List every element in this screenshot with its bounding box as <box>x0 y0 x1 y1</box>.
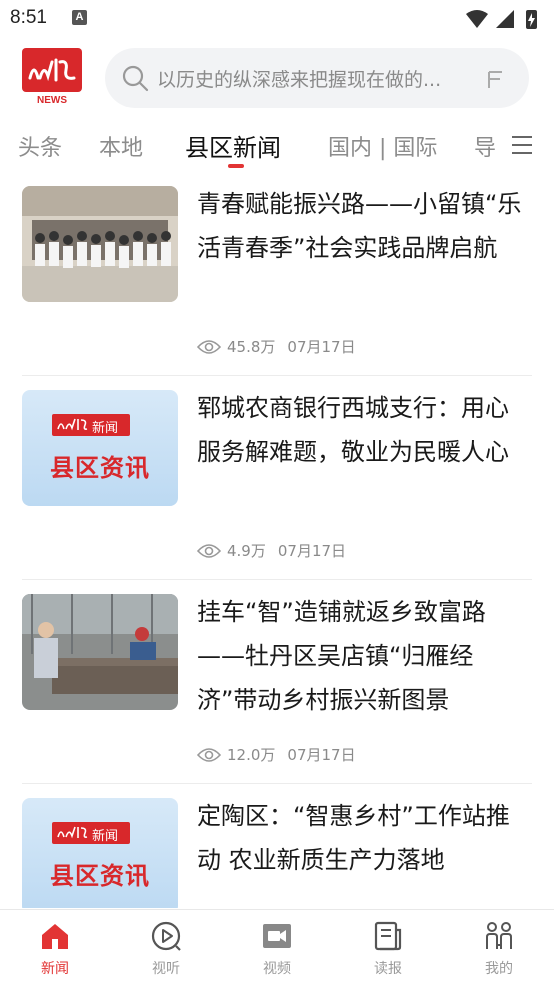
tab-guide[interactable]: 导 <box>474 130 496 162</box>
article-title: 挂车“智”造铺就返乡致富路——牡丹区吴店镇“归雁经济”带动乡村振兴新图景 <box>197 598 486 714</box>
nav-label: 视频 <box>263 961 291 977</box>
search-icon <box>122 65 149 92</box>
newspaper-icon <box>374 921 402 951</box>
eye-icon <box>197 339 221 354</box>
search-placeholder: 以历史的纵深感来把握现在做的... <box>157 69 442 91</box>
article-title: 郓城农商银行西城支行：用心服务解难题，敬业为民暖人心 <box>197 394 509 466</box>
video-camera-icon <box>263 924 291 948</box>
article-item[interactable]: 新闻 县区资讯 定陶区：“智惠乡村”工作站推动 农业新质生产力落地 <box>22 784 532 908</box>
thumb-banner-text: 县区资讯 <box>50 862 150 890</box>
wifi-icon <box>466 10 488 28</box>
nav-label: 读报 <box>374 961 402 977</box>
nav-news[interactable]: 新闻 <box>0 910 110 985</box>
article-item[interactable]: 青春赋能振兴路——小留镇“乐活青春季”社会实践品牌启航 45.8万 07月17日 <box>22 172 532 376</box>
tab-county-news[interactable]: 县区新闻 <box>185 128 281 163</box>
eye-icon <box>197 747 221 762</box>
nav-label: 新闻 <box>41 961 69 977</box>
article-title: 定陶区：“智惠乡村”工作站推动 农业新质生产力落地 <box>197 802 510 874</box>
thumb-brand-label: 新闻 <box>92 829 119 844</box>
active-tab-indicator <box>228 164 244 168</box>
thumb-brand-label: 新闻 <box>92 421 119 436</box>
thumb-banner-text: 县区资讯 <box>50 454 150 482</box>
tab-domestic-international[interactable]: 国内 | 国际 <box>328 130 437 162</box>
article-item[interactable]: 新闻 县区资讯 郓城农商银行西城支行：用心服务解难题，敬业为民暖人心 4.9万 … <box>22 376 532 580</box>
notification-icon: A <box>72 10 87 25</box>
eye-icon <box>197 543 221 558</box>
flag-icon[interactable] <box>485 68 507 90</box>
brand-logo-icon <box>57 418 88 431</box>
nav-video[interactable]: 视频 <box>222 910 332 985</box>
view-count: 4.9万 <box>227 542 266 560</box>
publish-date: 07月17日 <box>287 338 356 356</box>
article-thumbnail <box>22 594 178 710</box>
article-thumbnail <box>22 186 178 302</box>
publish-date: 07月17日 <box>287 746 356 764</box>
status-bar: 8:51 A <box>0 0 554 38</box>
publish-date: 07月17日 <box>277 542 347 560</box>
article-meta: 12.0万 07月17日 <box>197 744 356 765</box>
brand-logo-icon <box>57 826 88 839</box>
article-item[interactable]: 挂车“智”造铺就返乡致富路——牡丹区吴店镇“归雁经济”带动乡村振兴新图景 12.… <box>22 580 532 784</box>
article-meta: 4.9万 07月17日 <box>197 540 346 561</box>
status-time: 8:51 <box>10 7 47 28</box>
article-meta: 45.8万 07月17日 <box>197 336 356 357</box>
article-list: 青春赋能振兴路——小留镇“乐活青春季”社会实践品牌启航 45.8万 07月17日… <box>0 172 554 908</box>
article-thumbnail: 新闻 县区资讯 <box>22 390 178 506</box>
nav-profile[interactable]: 我的 <box>444 910 554 985</box>
tab-headlines[interactable]: 头条 <box>18 130 62 162</box>
tab-local[interactable]: 本地 <box>99 130 143 162</box>
logo-text: NEWS <box>37 95 67 104</box>
nav-read-paper[interactable]: 读报 <box>333 910 443 985</box>
menu-icon[interactable] <box>510 134 534 156</box>
bottom-nav: 新闻 视听 视频 读报 我的 <box>0 909 554 985</box>
nav-label: 视听 <box>152 961 180 977</box>
app-logo[interactable]: NEWS <box>22 48 82 106</box>
play-circle-icon <box>151 921 181 951</box>
view-count: 12.0万 <box>227 746 276 764</box>
signal-icon <box>496 10 514 28</box>
article-thumbnail: 新闻 县区资讯 <box>22 798 178 908</box>
system-status-icons <box>466 10 537 29</box>
home-icon <box>42 924 68 949</box>
view-count: 45.8万 <box>227 338 276 356</box>
article-title: 青春赋能振兴路——小留镇“乐活青春季”社会实践品牌启航 <box>197 190 522 262</box>
nav-audio-visual[interactable]: 视听 <box>111 910 221 985</box>
profile-icon <box>486 922 512 949</box>
category-tabs: 头条 本地 县区新闻 国内 | 国际 导 <box>0 118 554 172</box>
search-bar[interactable]: 以历史的纵深感来把握现在做的... <box>105 48 529 108</box>
nav-label: 我的 <box>485 961 513 977</box>
logo-icon: NEWS <box>22 48 82 106</box>
